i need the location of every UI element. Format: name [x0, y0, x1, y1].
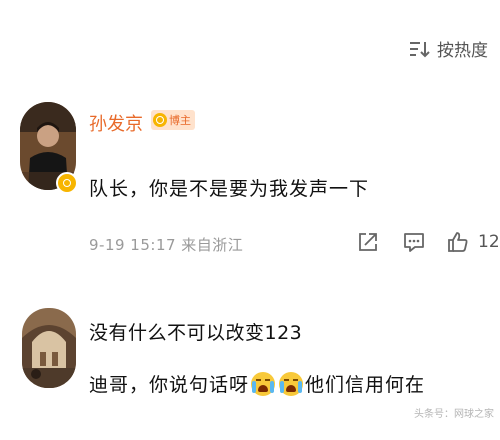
comment-meta: 9-19 15:17 来自浙江: [89, 236, 244, 254]
thumbs-up-icon: [448, 232, 468, 252]
comment-icon: [404, 233, 424, 252]
badge-label: 博主: [169, 114, 191, 127]
sort-icon: [410, 41, 430, 57]
reply-button[interactable]: [396, 224, 432, 260]
verified-badge-icon: [56, 172, 78, 194]
comment-text-part: 他们信用何在: [305, 374, 426, 396]
share-button[interactable]: [350, 224, 386, 260]
comment-text: 队长，你是不是要为我发声一下: [89, 178, 370, 200]
comment-text-part: 迪哥，你说句话呀: [89, 374, 250, 396]
share-icon: [359, 233, 377, 251]
comment-text: 没有什么不可以改变123: [89, 322, 303, 344]
sort-label: 按热度: [437, 41, 488, 61]
avatar[interactable]: [22, 308, 76, 388]
author-name[interactable]: 孙发京: [89, 110, 143, 136]
comments-panel: 按热度 孙发京 博主 队长，你是不是要为我发声一下 9-19 15:17 来自浙…: [0, 0, 500, 440]
author-role-badge: 博主: [151, 110, 195, 130]
verified-icon: [153, 113, 167, 127]
comment-actions: 12: [350, 224, 500, 260]
like-button[interactable]: [440, 224, 476, 260]
like-count: 12: [478, 232, 500, 252]
crying-face-emoji-icon: [279, 371, 304, 396]
comment-text-with-emoji: 迪哥，你说句话呀 他们信用何在: [89, 370, 425, 397]
sort-by-hot-button[interactable]: 按热度: [409, 36, 488, 61]
crying-face-emoji-icon: [251, 371, 276, 396]
watermark: 头条号：网球之家: [414, 409, 494, 420]
